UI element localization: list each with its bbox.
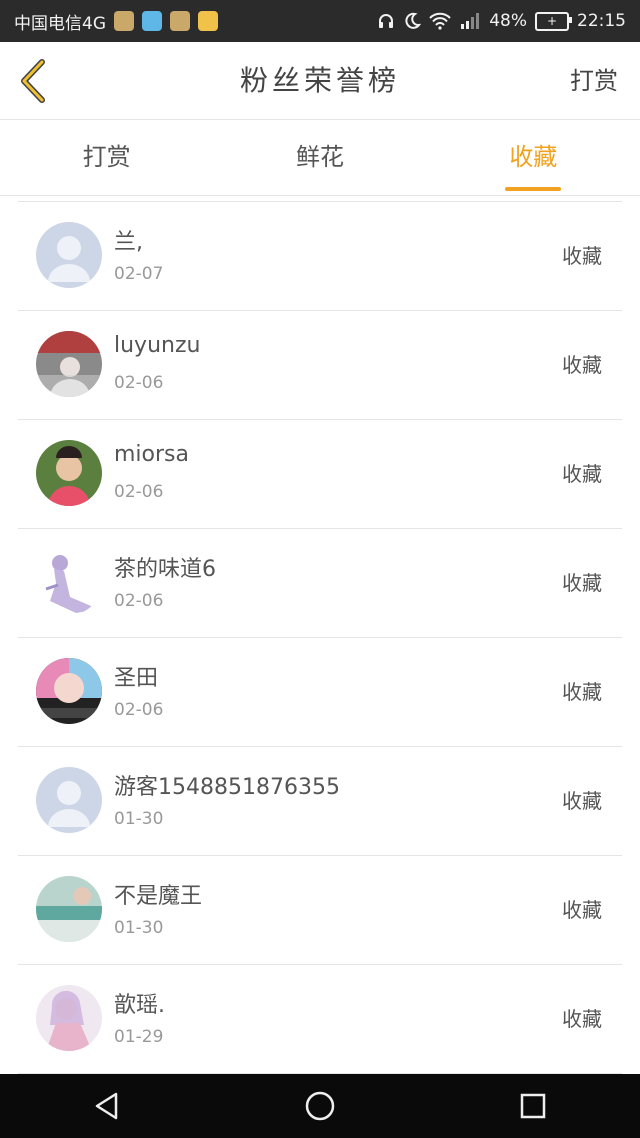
anime-avatar-icon	[36, 549, 102, 615]
avatar	[36, 767, 102, 833]
tab-bar: 打赏 鲜花 收藏	[0, 120, 640, 196]
default-user-icon	[36, 222, 102, 288]
wifi-icon	[429, 12, 451, 30]
row-action-label: 收藏	[562, 789, 602, 813]
user-name: 茶的味道6	[114, 557, 216, 582]
user-name: 歆瑶.	[114, 993, 165, 1018]
app-notification-icon	[170, 11, 190, 31]
active-tab-indicator	[505, 187, 562, 191]
battery-icon: +	[535, 11, 572, 31]
fan-list: 兰, 02-07 收藏 luyunzu 02-06 收藏 miorsa 02-0…	[18, 201, 622, 1074]
app-header: 粉丝荣誉榜 打赏	[0, 42, 640, 120]
reward-button[interactable]: 打赏	[570, 42, 618, 120]
list-item[interactable]: 不是魔王 01-30 收藏	[18, 856, 622, 965]
row-action-label: 收藏	[562, 898, 602, 922]
list-item[interactable]: 茶的味道6 02-06 收藏	[18, 529, 622, 638]
user-name: luyunzu	[114, 333, 201, 358]
date: 02-06	[114, 482, 164, 502]
user-name: 圣田	[114, 666, 159, 691]
battery-percent: 48%	[489, 11, 527, 31]
anime-avatar-icon	[36, 985, 102, 1051]
app-notification-icon	[114, 11, 134, 31]
tab-flowers[interactable]: 鲜花	[213, 120, 426, 195]
row-action-label: 收藏	[562, 680, 602, 704]
circle-home-icon	[305, 1091, 335, 1121]
nav-home-button[interactable]	[288, 1074, 352, 1138]
list-item[interactable]: 兰, 02-07 收藏	[18, 202, 622, 311]
square-recents-icon	[521, 1093, 546, 1119]
row-action-label: 收藏	[562, 244, 602, 268]
photo-avatar-icon	[36, 440, 102, 506]
avatar	[36, 440, 102, 506]
status-bar: 中国电信4G 48% + 22:15	[0, 0, 640, 42]
date: 01-29	[114, 1027, 164, 1047]
tab-reward[interactable]: 打赏	[0, 120, 213, 195]
nav-back-button[interactable]	[75, 1074, 139, 1138]
avatar	[36, 222, 102, 288]
row-action-label: 收藏	[562, 571, 602, 595]
status-right: 48% + 22:15	[377, 11, 626, 31]
navigation-bar	[0, 1074, 640, 1138]
date: 02-07	[114, 264, 164, 284]
signal-icon	[459, 12, 481, 30]
moon-icon	[403, 12, 422, 30]
carrier-label: 中国电信4G	[14, 13, 106, 34]
avatar	[36, 876, 102, 942]
date: 01-30	[114, 809, 164, 829]
nav-recents-button[interactable]	[501, 1074, 565, 1138]
page-title: 粉丝荣誉榜	[239, 64, 400, 97]
tab-favorites[interactable]: 收藏	[427, 120, 640, 195]
date: 01-30	[114, 918, 164, 938]
tab-label: 打赏	[82, 143, 131, 171]
list-item[interactable]: 歆瑶. 01-29 收藏	[18, 965, 622, 1074]
row-action-label: 收藏	[562, 353, 602, 377]
date: 02-06	[114, 373, 164, 393]
tab-label: 收藏	[509, 143, 558, 171]
user-name: miorsa	[114, 442, 189, 467]
photo-avatar-icon	[36, 876, 102, 942]
user-name: 不是魔王	[114, 884, 203, 909]
list-item[interactable]: luyunzu 02-06 收藏	[18, 311, 622, 420]
clock: 22:15	[577, 11, 626, 31]
photo-avatar-icon	[36, 658, 102, 724]
list-item[interactable]: 圣田 02-06 收藏	[18, 638, 622, 747]
avatar	[36, 331, 102, 397]
avatar	[36, 549, 102, 615]
list-item[interactable]: miorsa 02-06 收藏	[18, 420, 622, 529]
default-user-icon	[36, 767, 102, 833]
list-item[interactable]: 游客1548851876355 01-30 收藏	[18, 747, 622, 856]
avatar	[36, 658, 102, 724]
date: 02-06	[114, 700, 164, 720]
photo-avatar-icon	[36, 331, 102, 397]
status-left: 中国电信4G	[14, 9, 218, 34]
row-action-label: 收藏	[562, 462, 602, 486]
video-app-icon	[142, 11, 162, 31]
date: 02-06	[114, 591, 164, 611]
user-name: 游客1548851876355	[114, 775, 340, 800]
headset-icon	[377, 12, 395, 30]
row-action-label: 收藏	[562, 1007, 602, 1031]
triangle-back-icon	[95, 1092, 117, 1120]
tab-label: 鲜花	[295, 143, 344, 171]
user-name: 兰,	[114, 230, 143, 255]
weibo-icon	[198, 11, 218, 31]
avatar	[36, 985, 102, 1051]
